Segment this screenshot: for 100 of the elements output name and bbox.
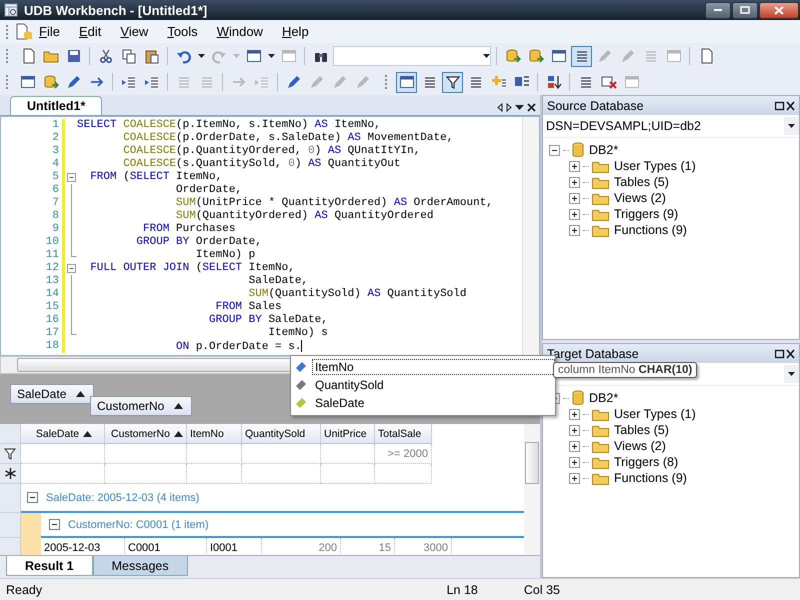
expand-icon[interactable] xyxy=(569,224,580,236)
fold-icon[interactable] xyxy=(65,262,77,275)
code-line: ItemNo) s xyxy=(267,327,328,340)
status-message: Ready xyxy=(6,583,44,597)
filter-cell[interactable]: >= 2000 xyxy=(375,444,432,464)
filter-cell[interactable] xyxy=(187,444,242,464)
vertical-scrollbar[interactable] xyxy=(524,424,540,555)
filter-cell[interactable] xyxy=(105,444,187,464)
collapse-icon[interactable] xyxy=(549,144,560,156)
tree-item[interactable]: User Types (1) xyxy=(612,407,698,421)
expand-icon[interactable] xyxy=(569,472,580,484)
menu-item[interactable]: Tools xyxy=(161,22,211,41)
group-by-chip[interactable]: SaleDate xyxy=(10,384,94,404)
column-header[interactable]: UnitPrice xyxy=(321,424,375,444)
code-editor[interactable] xyxy=(0,116,540,356)
code-line: SUM(QuantityOrdered) AS QuantityOrdered xyxy=(175,210,434,223)
group-by-chip[interactable]: CustomerNo xyxy=(90,396,192,416)
connection-combo[interactable]: DSN=DEVSAMPL;UID=db2 xyxy=(546,119,784,133)
line-number: 7 xyxy=(51,197,60,210)
tree-item[interactable]: Functions (9) xyxy=(612,223,689,237)
window-controls-icon[interactable] xyxy=(775,100,795,110)
column-header[interactable]: SaleDate xyxy=(21,424,105,444)
tree-item[interactable]: DB2* xyxy=(587,391,620,405)
window-controls-icon[interactable] xyxy=(775,348,795,358)
line-number: 15 xyxy=(44,301,60,314)
line-number: 17 xyxy=(44,327,60,340)
expand-icon[interactable] xyxy=(569,176,580,188)
menu-item[interactable]: Window xyxy=(210,22,276,41)
autocomplete-item[interactable]: QuantitySold xyxy=(312,377,555,393)
table-cell[interactable] xyxy=(105,464,187,484)
menu-item[interactable]: Edit xyxy=(72,22,114,41)
tree-item[interactable]: Tables (5) xyxy=(612,175,671,189)
window-icon xyxy=(666,48,682,64)
folder-icon xyxy=(592,424,609,436)
search-combo-field[interactable] xyxy=(333,46,491,66)
expand-icon[interactable] xyxy=(569,456,580,468)
toolbar-button[interactable] xyxy=(396,72,417,92)
toolbar-button[interactable] xyxy=(442,72,463,92)
sort-icon xyxy=(546,74,562,90)
filter-icon xyxy=(444,74,460,90)
group-row[interactable]: SaleDate: 2005-12-03 (4 items) xyxy=(46,492,200,504)
minimize-button[interactable] xyxy=(705,2,731,18)
code-line: COALESCE(s.QuantitySold, 0) AS QuantityOut xyxy=(122,158,400,171)
fold-icon[interactable] xyxy=(65,171,77,184)
column-header[interactable]: QuantitySold xyxy=(242,424,321,444)
table-cell[interactable] xyxy=(187,464,242,484)
group-row[interactable]: CustomerNo: C0001 (1 item) xyxy=(68,518,209,530)
code-line: SaleDate, xyxy=(248,275,308,288)
autocomplete-item[interactable]: SaleDate xyxy=(312,395,555,411)
tree-item[interactable]: Triggers (8) xyxy=(612,455,680,469)
collapse-icon[interactable] xyxy=(49,519,60,530)
close-button[interactable] xyxy=(759,2,799,18)
row-header[interactable] xyxy=(0,464,21,484)
toolbar-button[interactable] xyxy=(571,46,592,66)
column-header[interactable]: TotalSale xyxy=(375,424,432,444)
dropdown-icon[interactable] xyxy=(515,103,524,112)
tree-item[interactable]: DB2* xyxy=(587,143,620,157)
expand-icon[interactable] xyxy=(569,408,580,420)
tree-item[interactable]: Triggers (9) xyxy=(612,207,680,221)
expand-icon[interactable] xyxy=(569,208,580,220)
menu-item[interactable]: View xyxy=(114,22,162,41)
table-cell[interactable] xyxy=(375,464,432,484)
result-tab[interactable]: Messages xyxy=(92,556,188,576)
tree-item[interactable]: Views (2) xyxy=(612,439,668,453)
expand-icon[interactable] xyxy=(569,160,580,172)
database-icon xyxy=(42,74,58,90)
menu-item[interactable]: File xyxy=(33,22,73,41)
filter-cell[interactable] xyxy=(21,444,105,464)
vertical-scrollbar[interactable] xyxy=(522,117,539,355)
menu-item[interactable]: Help xyxy=(276,22,322,41)
code-line: OrderDate, xyxy=(175,184,242,197)
dropdown-icon[interactable] xyxy=(784,117,799,135)
database-icon xyxy=(528,48,544,64)
table-cell[interactable] xyxy=(321,464,375,484)
maximize-button[interactable] xyxy=(732,2,758,18)
document-tab[interactable]: Untitled1* xyxy=(10,96,102,115)
filter-cell[interactable] xyxy=(242,444,321,464)
close-icon[interactable] xyxy=(527,103,536,112)
result-tab[interactable]: Result 1 xyxy=(6,556,93,576)
table-cell[interactable] xyxy=(242,464,321,484)
dropdown-icon[interactable] xyxy=(784,365,799,383)
scroll-right-icon[interactable] xyxy=(506,103,512,112)
scroll-left-icon[interactable] xyxy=(497,103,503,112)
column-indicator: Col 35 xyxy=(524,583,560,597)
column-header[interactable]: ItemNo xyxy=(187,424,242,444)
expand-icon[interactable] xyxy=(569,192,580,204)
expand-icon[interactable] xyxy=(569,440,580,452)
collapse-icon[interactable] xyxy=(27,492,38,503)
caret-icon xyxy=(268,54,274,58)
filter-cell[interactable] xyxy=(321,444,375,464)
tree-item[interactable]: Views (2) xyxy=(612,191,668,205)
tree-item[interactable]: Tables (5) xyxy=(612,423,671,437)
tree-item[interactable]: Functions (9) xyxy=(612,471,689,485)
table-cell[interactable] xyxy=(21,464,105,484)
document-icon xyxy=(15,22,33,40)
folder-icon xyxy=(592,160,609,172)
column-header[interactable]: CustomerNo xyxy=(105,424,187,444)
expand-icon[interactable] xyxy=(569,424,580,436)
row-header[interactable] xyxy=(0,444,21,464)
tree-item[interactable]: User Types (1) xyxy=(612,159,698,173)
